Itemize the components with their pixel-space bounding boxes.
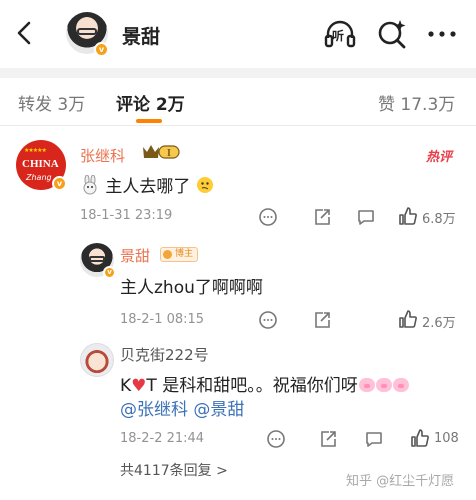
avatar-text-zhang: Zhang [26, 173, 52, 182]
mention-link[interactable]: @景甜 [193, 400, 244, 420]
comment-bubble-icon[interactable] [364, 429, 384, 449]
reply-author[interactable]: 景甜 [120, 245, 150, 266]
like-count: 108 [434, 431, 459, 446]
comment-bubble-icon[interactable] [356, 207, 376, 227]
share-icon[interactable] [312, 310, 332, 330]
hot-comment-tag: 热评 [426, 150, 453, 165]
reply-icon[interactable] [266, 429, 286, 449]
page-title[interactable]: 景甜 [122, 22, 160, 49]
heart-icon: ♥ [131, 376, 147, 396]
avatar-text-china: CHINA [22, 158, 59, 170]
avatar-glasses [89, 256, 105, 262]
reply-icon[interactable] [258, 310, 278, 330]
comment-text: 主人去哪了 [80, 172, 214, 197]
reply-text: K♥T 是科和甜吧。。祝福你们呀 [120, 371, 409, 396]
avatar-glasses [77, 28, 97, 35]
verified-badge-icon: v [103, 266, 116, 279]
like-count: 6.8万 [422, 212, 456, 227]
reply-avatar[interactable] [80, 343, 114, 377]
reply-author[interactable]: 贝克街222号 [120, 344, 209, 365]
pig-emoji-icon [392, 378, 409, 392]
listen-label: 听 [332, 29, 345, 43]
reply-timestamp: 18-2-1 08:15 [120, 312, 205, 327]
thumbs-up-icon[interactable] [398, 309, 418, 329]
blogger-badge: 博主 [160, 247, 199, 262]
watermark-text: 知乎 @红尘千灯愿 [346, 474, 455, 489]
tab-reposts[interactable]: 转发 3万 [18, 90, 85, 115]
crown-level-icon: I [143, 145, 180, 159]
level-badge-text: I [167, 148, 171, 159]
thinking-emoji-icon [196, 177, 213, 193]
verified-badge-icon: v [52, 176, 67, 191]
commenter-name[interactable]: 张继科 [80, 145, 125, 166]
mention-link[interactable]: @张继科 [120, 400, 188, 420]
reply-timestamp: 18-2-2 21:44 [120, 431, 205, 446]
active-tab-indicator [136, 119, 162, 123]
reply-text-prefix: K [120, 376, 132, 396]
pig-emoji-icon [375, 378, 392, 392]
section-divider [0, 68, 476, 78]
share-icon[interactable] [312, 207, 332, 227]
reply-text-body: T 是科和甜吧。。祝福你们呀 [146, 376, 358, 396]
like-count: 2.6万 [422, 316, 456, 331]
comment-body: 主人去哪了 [105, 177, 191, 197]
reply-mentions: @张继科 @景甜 [120, 395, 244, 420]
comment-timestamp: 18-1-31 23:19 [80, 208, 173, 223]
back-arrow-icon[interactable] [12, 20, 38, 46]
tab-likes[interactable]: 赞 17.3万 [378, 90, 455, 115]
rabbit-emoji-icon [83, 174, 97, 195]
tab-bar: 转发 3万 评论 2万 赞 17.3万 [0, 78, 476, 126]
listen-button[interactable]: 听 [324, 18, 356, 50]
reply-icon[interactable] [258, 207, 278, 227]
top-bar: v 景甜 听 [0, 0, 476, 68]
thumbs-up-icon[interactable] [410, 428, 430, 448]
view-more-replies-link[interactable]: 共4117条回复 > [120, 460, 228, 480]
reply-text: 主人zhou了啊啊啊 [120, 278, 263, 298]
tab-comments[interactable]: 评论 2万 [116, 90, 185, 115]
thumbs-up-icon[interactable] [398, 206, 418, 226]
share-icon[interactable] [318, 429, 338, 449]
stars-decoration: ★★★★★ [24, 147, 47, 154]
search-icon[interactable] [376, 18, 408, 50]
more-options-icon[interactable] [426, 18, 458, 50]
verified-badge-icon: v [94, 42, 109, 57]
pig-emoji-icon [358, 378, 375, 392]
